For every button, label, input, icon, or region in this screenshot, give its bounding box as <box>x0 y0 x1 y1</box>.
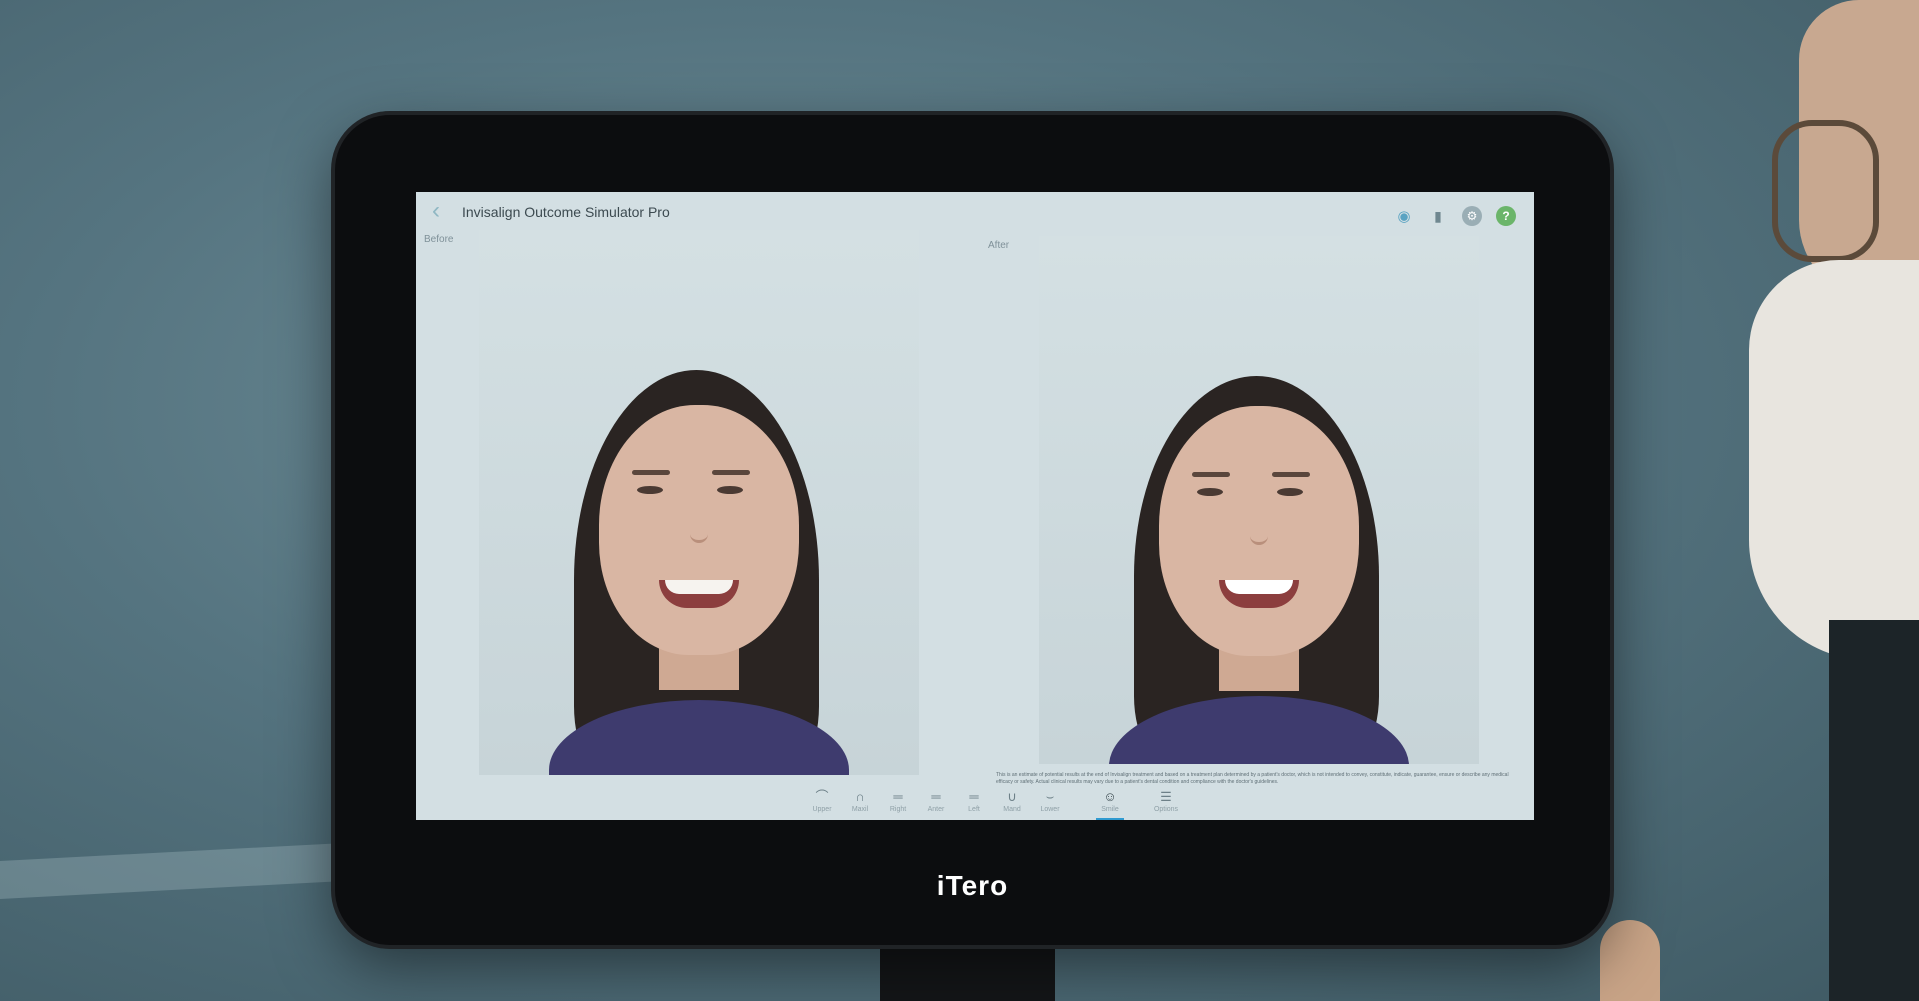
screen: ‹ Invisalign Outcome Simulator Pro ◉ ▮ ⚙… <box>416 192 1534 820</box>
tool-options[interactable]: ☰ Options <box>1150 782 1182 820</box>
tool-left[interactable]: ═ Left <box>958 782 990 820</box>
device-stand <box>880 940 1055 1001</box>
battery-icon: ▮ <box>1434 207 1442 224</box>
tool-lower[interactable]: ⌣ Lower <box>1034 782 1066 820</box>
hand <box>1600 920 1660 1001</box>
help-icon[interactable]: ? <box>1496 206 1516 226</box>
left-view-icon: ═ <box>969 788 979 804</box>
tool-options-label: Options <box>1153 805 1179 813</box>
mandibular-icon: ∪ <box>1007 788 1017 804</box>
tool-mand-label: Mand <box>1003 805 1021 813</box>
after-label: After <box>988 240 1010 251</box>
tool-right-label: Right <box>889 805 907 813</box>
tool-upper-label: Upper <box>812 805 832 813</box>
before-photo <box>479 230 919 775</box>
maxillary-icon: ∩ <box>855 788 865 804</box>
gear-icon[interactable]: ⚙ <box>1462 206 1482 226</box>
anterior-view-icon: ═ <box>931 788 941 804</box>
tool-mand[interactable]: ∪ Mand <box>996 782 1028 820</box>
tool-maxil[interactable]: ∩ Maxil <box>844 782 876 820</box>
tool-smile-label: Smile <box>1101 805 1119 813</box>
scanner-device: ‹ Invisalign Outcome Simulator Pro ◉ ▮ ⚙… <box>335 115 1610 945</box>
tool-smile[interactable]: ☺ Smile <box>1094 782 1126 820</box>
smile-icon: ☺ <box>1103 788 1117 804</box>
tool-anter-label: Anter <box>927 805 945 813</box>
tool-maxil-label: Maxil <box>851 805 869 813</box>
app-title: Invisalign Outcome Simulator Pro <box>462 204 670 220</box>
toolbar-icons: ◉ ▮ ⚙ ? <box>1394 206 1516 226</box>
upper-arch-icon: ⌒ <box>815 788 829 804</box>
tool-lower-label: Lower <box>1040 805 1060 813</box>
back-chevron-icon[interactable]: ‹ <box>432 199 454 223</box>
tool-upper[interactable]: ⌒ Upper <box>806 782 838 820</box>
right-view-icon: ═ <box>893 788 903 804</box>
after-photo <box>1039 236 1479 764</box>
tool-anter[interactable]: ═ Anter <box>920 782 952 820</box>
tool-left-label: Left <box>968 805 980 813</box>
person-background <box>1744 0 1919 1001</box>
before-label: Before <box>424 234 454 245</box>
view-toolbar: ⌒ Upper ∩ Maxil ═ Right ═ Anter ═ Left ∪ Mand … <box>806 782 1182 820</box>
options-icon: ☰ <box>1160 788 1172 804</box>
lower-arch-icon: ⌣ <box>1045 788 1055 804</box>
camera-icon[interactable]: ◉ <box>1394 206 1414 226</box>
itero-logo: iTero <box>936 870 1009 901</box>
tool-right[interactable]: ═ Right <box>882 782 914 820</box>
title-bar: ‹ Invisalign Outcome Simulator Pro ◉ ▮ ⚙… <box>416 192 1534 232</box>
